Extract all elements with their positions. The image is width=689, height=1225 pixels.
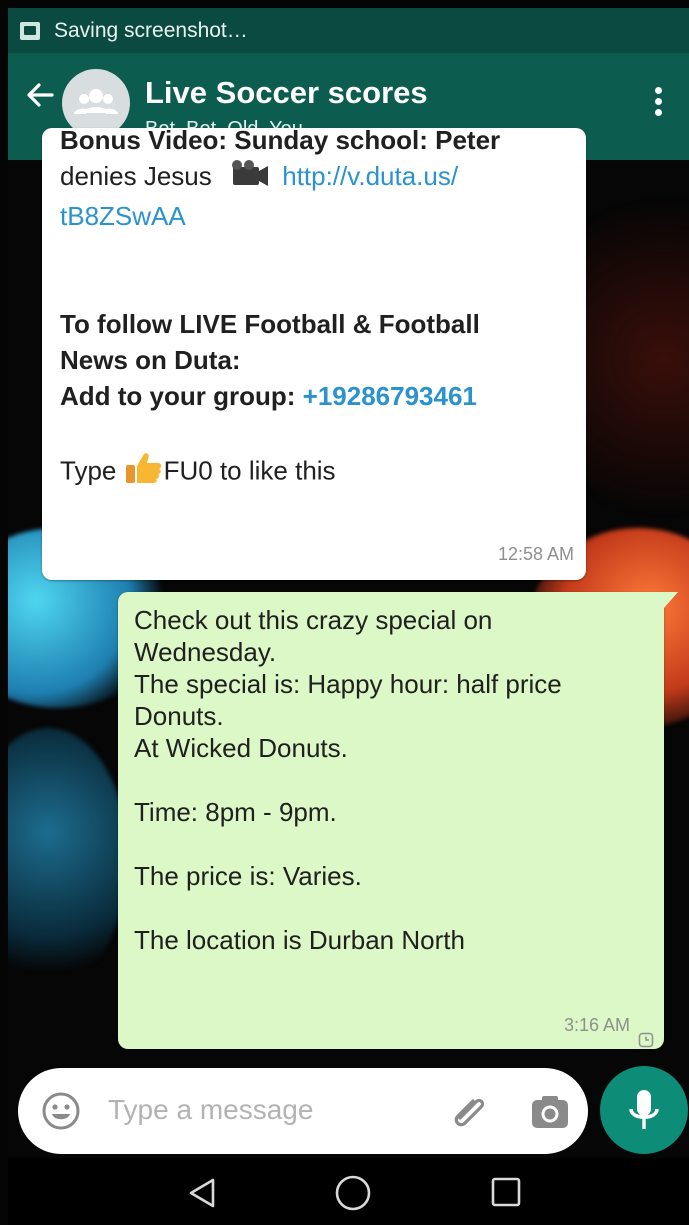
system-status-bar: Saving screenshot… <box>8 8 689 53</box>
message-line: The special is: Happy hour: half price <box>134 669 562 699</box>
message-time: 12:58 AM <box>497 544 574 564</box>
like-prefix: Type <box>60 455 117 485</box>
paperclip-icon[interactable] <box>446 1088 492 1134</box>
emoji-icon[interactable] <box>40 1090 82 1132</box>
nav-recents-icon[interactable] <box>490 1176 522 1208</box>
clock-pending-icon <box>638 1023 654 1048</box>
status-text: Saving screenshot… <box>54 18 248 42</box>
message-line: The location is Durban North <box>134 925 465 955</box>
nav-back-icon[interactable] <box>185 1176 219 1210</box>
message-line: Wednesday. <box>134 637 277 667</box>
video-link[interactable]: http://v.duta.us/ <box>282 161 458 191</box>
promo-line: News on Duta: <box>60 344 241 375</box>
message-composer[interactable]: Type a message <box>18 1068 588 1154</box>
camera-icon[interactable] <box>528 1090 572 1134</box>
thumbs-up-icon <box>124 450 164 495</box>
message-partial-line: Bonus Video: Sunday school: Peter <box>60 128 501 155</box>
add-group-label: Add to your group: <box>60 380 296 411</box>
message-line: Time: 8pm - 9pm. <box>134 797 337 827</box>
video-camera-icon <box>225 159 269 198</box>
video-link-continued[interactable]: tB8ZSwAA <box>60 201 186 231</box>
message-line: The price is: Varies. <box>134 861 362 891</box>
system-navigation-bar <box>8 1158 689 1225</box>
message-text: denies Jesus <box>60 161 212 191</box>
more-vertical-icon[interactable] <box>653 87 663 119</box>
message-time: 3:16 AM <box>563 1015 630 1035</box>
promo-line: To follow LIVE Football & Football <box>60 308 480 339</box>
screenshot-icon <box>20 21 40 40</box>
outgoing-message[interactable]: Check out this crazy special on Wednesda… <box>118 592 678 1049</box>
chat-title[interactable]: Live Soccer scores <box>145 75 428 111</box>
phone-screen: Saving screenshot… Live Soccer scores Bo… <box>8 8 689 1225</box>
message-line: At Wicked Donuts. <box>134 733 348 763</box>
wallpaper-splash-teal <box>8 728 128 988</box>
microphone-icon[interactable] <box>600 1066 688 1154</box>
phone-link[interactable]: +19286793461 <box>303 381 477 411</box>
message-line: Donuts. <box>134 701 224 731</box>
nav-home-icon[interactable] <box>334 1174 372 1212</box>
like-suffix: FU0 to like this <box>163 455 336 485</box>
wallpaper-splash-red <box>568 168 689 548</box>
message-input[interactable]: Type a message <box>108 1094 313 1126</box>
message-line: Check out this crazy special on <box>134 605 493 635</box>
incoming-message[interactable]: Bonus Video: Sunday school: Peter denies… <box>42 128 586 580</box>
group-avatar-icon[interactable] <box>62 69 130 137</box>
arrow-left-icon[interactable] <box>22 77 58 113</box>
